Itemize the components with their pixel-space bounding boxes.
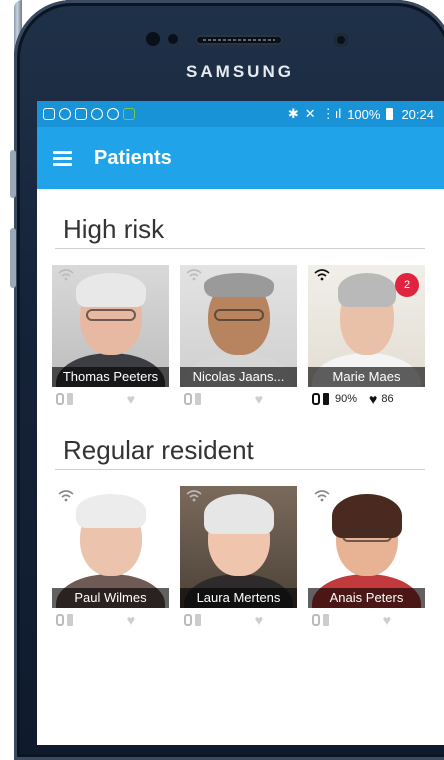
wifi-icon — [58, 269, 74, 281]
battery-icon — [195, 614, 201, 626]
screen: ✱ ✕ ⋮ıl 100% 20:24 Patients High risk Th… — [37, 101, 444, 745]
watch-icon — [56, 393, 64, 405]
battery-icon — [195, 393, 201, 405]
patient-name: Laura Mertens — [180, 588, 297, 608]
status-bar: ✱ ✕ ⋮ıl 100% 20:24 — [37, 101, 444, 127]
bluetooth-icon: ✱ — [287, 106, 299, 121]
watch-icon — [184, 614, 192, 626]
patient-card[interactable]: Nicolas Jaans... ♥ — [180, 265, 297, 409]
battery-icon — [323, 614, 329, 626]
patient-vitals: ♥ — [180, 389, 297, 409]
sensor-icon — [146, 32, 160, 46]
battery-icon — [67, 393, 73, 405]
patient-card[interactable]: 2 Marie Maes 90% ♥ 86 — [308, 265, 425, 409]
volume-button — [10, 150, 16, 198]
alert-badge: 2 — [395, 273, 419, 297]
notification-icon — [59, 108, 71, 120]
patient-name: Marie Maes — [308, 367, 425, 387]
menu-icon[interactable] — [53, 151, 72, 166]
patient-card[interactable]: Laura Mertens ♥ — [180, 486, 297, 630]
earpiece-speaker — [195, 35, 283, 45]
mute-icon: ✕ — [304, 106, 316, 121]
clock: 20:24 — [401, 106, 434, 122]
notification-icon — [107, 108, 119, 120]
notification-icon — [43, 108, 55, 120]
heart-icon: ♥ — [254, 391, 263, 407]
section-title-high-risk: High risk — [63, 214, 165, 244]
notification-icon — [75, 108, 87, 120]
battery-percent: 100% — [347, 106, 381, 122]
patient-card[interactable]: Paul Wilmes ♥ — [52, 486, 169, 630]
patient-vitals: 90% ♥ 86 — [308, 389, 425, 409]
wifi-icon — [58, 490, 74, 502]
battery-level: 90% — [335, 393, 358, 405]
front-camera-icon — [334, 33, 348, 47]
patient-photo: Thomas Peeters — [52, 265, 169, 387]
patient-photo: 2 Marie Maes — [308, 265, 425, 387]
heart-icon: ♥ — [254, 612, 263, 628]
patient-vitals: ♥ — [308, 610, 425, 630]
patient-vitals: ♥ — [180, 610, 297, 630]
section-title-regular-resident: Regular resident — [63, 435, 254, 465]
watch-icon — [184, 393, 192, 405]
battery-icon — [67, 614, 73, 626]
page-title: Patients — [94, 146, 172, 169]
watch-icon — [56, 614, 64, 626]
device-brand: SAMSUNG — [186, 62, 294, 81]
patient-name: Thomas Peeters — [52, 367, 169, 387]
heart-icon: ♥ — [382, 612, 391, 628]
notification-icons — [43, 108, 135, 120]
patient-vitals: ♥ — [52, 389, 169, 409]
wifi-icon — [314, 490, 330, 502]
wifi-icon — [186, 490, 202, 502]
patient-card[interactable]: Anais Peters ♥ — [308, 486, 425, 630]
power-button — [10, 228, 16, 288]
system-status: ✱ ✕ ⋮ıl 100% 20:24 — [288, 106, 434, 122]
notification-icon — [91, 108, 103, 120]
watch-icon — [312, 614, 320, 626]
wifi-icon — [314, 269, 330, 281]
patient-photo: Paul Wilmes — [52, 486, 169, 608]
notification-icon — [123, 108, 135, 120]
section-divider — [55, 469, 425, 470]
patient-photo: Nicolas Jaans... — [180, 265, 297, 387]
battery-icon — [323, 393, 329, 405]
patient-vitals: ♥ — [52, 610, 169, 630]
patient-name: Nicolas Jaans... — [180, 367, 297, 387]
watch-icon — [312, 393, 320, 405]
sensor-icon — [168, 34, 178, 44]
patient-photo: Anais Peters — [308, 486, 425, 608]
signal-icon: ⋮ıl — [321, 106, 342, 121]
heart-icon: ♥ — [126, 391, 135, 407]
heart-rate: 86 — [381, 393, 394, 405]
patient-name: Paul Wilmes — [52, 588, 169, 608]
section-divider — [55, 248, 425, 249]
patient-card[interactable]: Thomas Peeters ♥ — [52, 265, 169, 409]
heart-icon: ♥ — [126, 612, 135, 628]
wifi-icon — [186, 269, 202, 281]
patient-name: Anais Peters — [308, 588, 425, 608]
heart-icon: ♥ — [369, 391, 378, 407]
battery-icon — [386, 108, 394, 120]
patient-photo: Laura Mertens — [180, 486, 297, 608]
app-bar: Patients — [37, 127, 444, 189]
